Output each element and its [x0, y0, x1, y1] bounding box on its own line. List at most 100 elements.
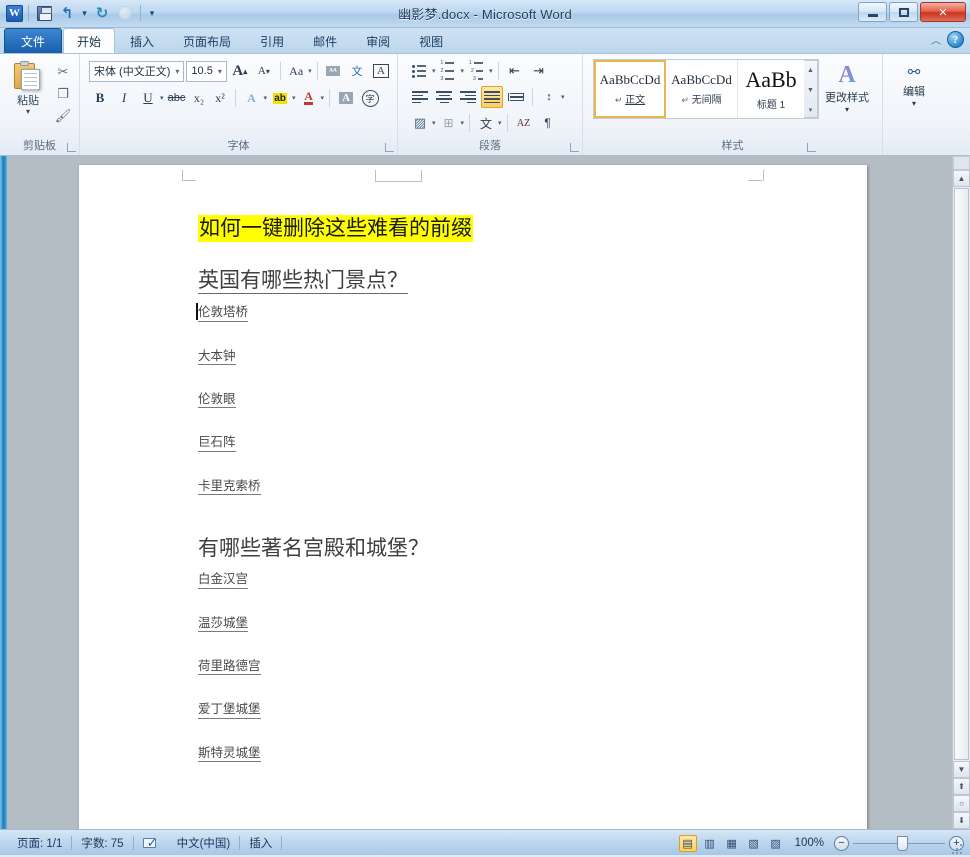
tab-review[interactable]: 审阅: [352, 29, 404, 53]
asian-layout-dropdown-icon[interactable]: ▾: [498, 119, 502, 127]
restore-button[interactable]: [889, 2, 918, 22]
clear-formatting-icon[interactable]: A: [370, 60, 392, 82]
styles-more-icon[interactable]: ▾: [804, 101, 817, 121]
tab-file[interactable]: 文件: [4, 28, 63, 53]
character-shading-icon[interactable]: A: [335, 87, 357, 109]
font-size-combobox[interactable]: 10.5 ▾: [186, 60, 227, 82]
show-formatting-marks-icon[interactable]: ¶: [537, 112, 559, 134]
draft-view-button[interactable]: ▨: [767, 835, 785, 852]
editing-button[interactable]: ⚯ 编辑 ▾: [888, 59, 940, 155]
line-spacing-icon[interactable]: ↕: [538, 86, 560, 108]
superscript-icon[interactable]: x²: [211, 87, 230, 109]
align-left-icon[interactable]: [409, 86, 431, 108]
list-item[interactable]: 大本钟: [198, 347, 777, 366]
text-effects-dropdown-icon[interactable]: ▾: [264, 94, 268, 102]
list-item[interactable]: 白金汉宫: [198, 570, 777, 589]
chevron-down-icon[interactable]: ▾: [216, 67, 224, 76]
change-case-icon[interactable]: Aa: [285, 60, 307, 82]
borders-icon[interactable]: ⊞: [438, 112, 460, 134]
select-browse-object-button[interactable]: ○: [953, 795, 970, 812]
language-indicator[interactable]: 中文(中国): [168, 834, 240, 852]
change-case-dropdown-icon[interactable]: ▾: [308, 67, 312, 75]
paste-dropdown-icon[interactable]: ▾: [26, 108, 30, 116]
styles-dialog-launcher[interactable]: [807, 143, 816, 152]
font-color-dropdown-icon[interactable]: ▾: [321, 94, 325, 102]
copy-icon[interactable]: ❐: [53, 84, 73, 103]
close-button[interactable]: ✕: [920, 2, 966, 22]
numbering-icon[interactable]: 123: [438, 60, 460, 82]
scroll-down-button[interactable]: ▼: [953, 761, 970, 778]
page-indicator[interactable]: 页面: 1/1: [8, 834, 71, 852]
align-center-icon[interactable]: [433, 86, 455, 108]
outline-view-button[interactable]: ▧: [745, 835, 763, 852]
distributed-icon[interactable]: [505, 86, 527, 108]
justify-icon[interactable]: [481, 86, 503, 108]
list-item[interactable]: 温莎城堡: [198, 614, 777, 633]
bullets-dropdown-icon[interactable]: ▾: [432, 67, 436, 75]
format-painter-icon[interactable]: 🖌: [53, 106, 73, 125]
font-name-combobox[interactable]: 宋体 (中文正文) ▾: [89, 60, 185, 82]
paragraph-shading-icon[interactable]: ▨: [409, 112, 431, 134]
style-heading-1[interactable]: AaBb 标题 1: [738, 60, 804, 118]
sort-icon[interactable]: AZ: [513, 112, 535, 134]
web-layout-view-button[interactable]: ▦: [723, 835, 741, 852]
italic-icon[interactable]: I: [113, 87, 135, 109]
scroll-up-button[interactable]: ▲: [953, 170, 970, 187]
next-page-button[interactable]: ⬇: [953, 812, 970, 829]
tab-home[interactable]: 开始: [63, 28, 116, 53]
phonetic-guide-icon[interactable]: ᴬᴬ: [322, 60, 344, 82]
list-item[interactable]: 伦敦塔桥: [196, 303, 777, 322]
tab-view[interactable]: 视图: [405, 29, 457, 53]
list-item[interactable]: 爱丁堡城堡: [198, 700, 777, 719]
tab-references[interactable]: 引用: [246, 29, 298, 53]
zoom-slider[interactable]: [853, 835, 945, 851]
font-color-icon[interactable]: A: [298, 87, 320, 109]
cut-icon[interactable]: ✂: [53, 62, 73, 81]
change-styles-button[interactable]: A 更改样式 ▾: [819, 59, 875, 114]
list-item[interactable]: 伦敦眼: [198, 390, 777, 409]
previous-page-button[interactable]: ⬆: [953, 778, 970, 795]
list-item[interactable]: 斯特灵城堡: [198, 744, 777, 763]
word-count[interactable]: 字数: 75: [72, 834, 132, 852]
styles-scroll-down-icon[interactable]: ▼: [804, 81, 817, 101]
list-item[interactable]: 巨石阵: [198, 433, 777, 452]
bullets-icon[interactable]: [409, 60, 431, 82]
list-item[interactable]: 卡里克索桥: [198, 477, 777, 496]
font-dialog-launcher[interactable]: [385, 143, 394, 152]
decrease-indent-icon[interactable]: ⇤: [504, 60, 526, 82]
enclose-characters-icon[interactable]: 字: [359, 87, 381, 109]
multilevel-dropdown-icon[interactable]: ▾: [489, 67, 493, 75]
style-no-spacing[interactable]: AaBbCcDd ↵ 无间隔: [666, 60, 738, 118]
vertical-scrollbar[interactable]: ▲ ▼ ⬆ ○ ⬇: [952, 156, 970, 829]
increase-indent-icon[interactable]: ⇥: [528, 60, 550, 82]
align-right-icon[interactable]: [457, 86, 479, 108]
scroll-thumb[interactable]: [954, 188, 969, 760]
resize-grip[interactable]: [950, 842, 962, 854]
change-styles-dropdown-icon[interactable]: ▾: [845, 105, 849, 114]
document-page[interactable]: 如何一键删除这些难看的前缀 英国有哪些热门景点？ 伦敦塔桥 大本钟 伦敦眼 巨石…: [79, 165, 867, 829]
list-item[interactable]: 荷里路德宫: [198, 657, 777, 676]
shading-dropdown-icon[interactable]: ▾: [432, 119, 436, 127]
styles-scroll-up-icon[interactable]: ▲: [804, 61, 817, 81]
character-border-icon[interactable]: 文: [346, 60, 368, 82]
zoom-out-button[interactable]: −: [834, 835, 849, 851]
shrink-font-icon[interactable]: A ▾: [253, 60, 275, 82]
collapse-ribbon-icon[interactable]: ︿: [931, 32, 941, 47]
tab-insert[interactable]: 插入: [116, 29, 168, 53]
chevron-down-icon[interactable]: ▾: [173, 67, 181, 76]
numbering-dropdown-icon[interactable]: ▾: [461, 67, 465, 75]
grow-font-icon[interactable]: A ▴: [229, 60, 251, 82]
borders-dropdown-icon[interactable]: ▾: [461, 119, 465, 127]
asian-layout-icon[interactable]: 文: [475, 112, 497, 134]
document-content[interactable]: 如何一键删除这些难看的前缀 英国有哪些热门景点？ 伦敦塔桥 大本钟 伦敦眼 巨石…: [196, 215, 777, 763]
underline-dropdown-icon[interactable]: ▾: [160, 94, 164, 102]
style-normal[interactable]: AaBbCcDd ↵ 正文: [594, 60, 666, 118]
tab-mailings[interactable]: 邮件: [299, 29, 351, 53]
clipboard-dialog-launcher[interactable]: [67, 143, 76, 152]
zoom-slider-thumb[interactable]: [897, 835, 908, 851]
tab-page-layout[interactable]: 页面布局: [169, 29, 245, 53]
paragraph-dialog-launcher[interactable]: [570, 143, 579, 152]
highlight-dropdown-icon[interactable]: ▾: [292, 94, 296, 102]
zoom-level-label[interactable]: 100%: [789, 837, 830, 849]
insert-mode-indicator[interactable]: 插入: [240, 834, 281, 852]
